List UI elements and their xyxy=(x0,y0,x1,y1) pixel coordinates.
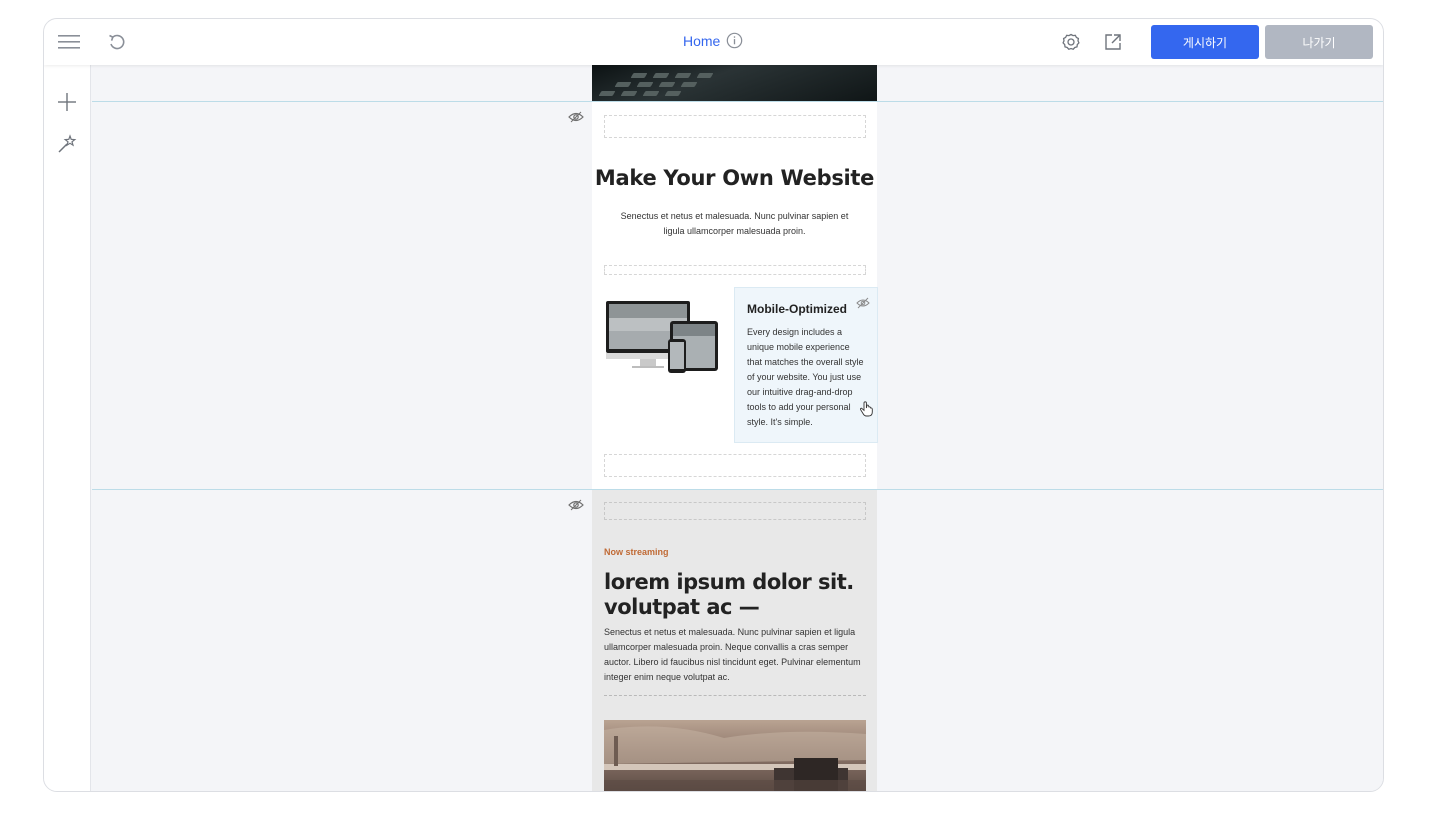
eye-icon[interactable] xyxy=(568,499,584,511)
section-heading[interactable]: lorem ipsum dolor sit. volutpat ac — xyxy=(604,570,874,620)
hand-cursor-icon xyxy=(860,401,873,417)
magic-wand-icon[interactable] xyxy=(55,132,79,156)
feature-card-mobile[interactable]: Mobile-Optimized Every design includes a… xyxy=(734,287,878,443)
editor-canvas[interactable]: Make Your Own Website Senectus et netus … xyxy=(92,65,1383,791)
exit-button[interactable]: 나가기 xyxy=(1265,25,1373,59)
editor-window: Home 게시하기 나가기 Make Your Own Website Sene… xyxy=(43,18,1384,792)
undo-icon[interactable] xyxy=(104,30,130,54)
section-heading[interactable]: Make Your Own Website xyxy=(592,166,877,190)
devices-mockup-image[interactable] xyxy=(604,299,720,377)
empty-block-placeholder[interactable] xyxy=(604,502,866,520)
page-title[interactable]: Home xyxy=(683,32,743,49)
section-body-text[interactable]: Senectus et netus et malesuada. Nunc pul… xyxy=(604,625,870,685)
left-sidebar xyxy=(44,65,91,791)
feature-text[interactable]: Every design includes a unique mobile ex… xyxy=(747,325,865,430)
eye-icon[interactable] xyxy=(568,111,584,123)
room-photo-image[interactable] xyxy=(604,720,866,791)
section-make-website[interactable]: Make Your Own Website Senectus et netus … xyxy=(592,102,878,489)
page-title-label: Home xyxy=(683,32,721,49)
feature-title[interactable]: Mobile-Optimized xyxy=(747,302,847,316)
eye-slash-icon[interactable] xyxy=(856,297,870,309)
external-link-icon[interactable] xyxy=(1102,31,1124,53)
empty-block-placeholder[interactable] xyxy=(604,454,866,477)
publish-button[interactable]: 게시하기 xyxy=(1151,25,1259,59)
plus-icon[interactable] xyxy=(55,90,79,114)
info-icon[interactable] xyxy=(726,32,743,49)
menu-icon[interactable] xyxy=(56,30,82,54)
empty-block-placeholder[interactable] xyxy=(604,115,866,138)
empty-block-placeholder[interactable] xyxy=(604,265,866,275)
section-now-streaming[interactable]: Now streaming lorem ipsum dolor sit. vol… xyxy=(592,490,877,791)
dashed-divider xyxy=(604,695,866,696)
kicker-text[interactable]: Now streaming xyxy=(604,547,669,557)
gear-icon[interactable] xyxy=(1060,31,1082,53)
section-body-text[interactable]: Senectus et netus et malesuada. Nunc pul… xyxy=(610,209,859,239)
hero-laptop-image[interactable] xyxy=(592,65,877,102)
top-toolbar: Home 게시하기 나가기 xyxy=(44,19,1383,65)
